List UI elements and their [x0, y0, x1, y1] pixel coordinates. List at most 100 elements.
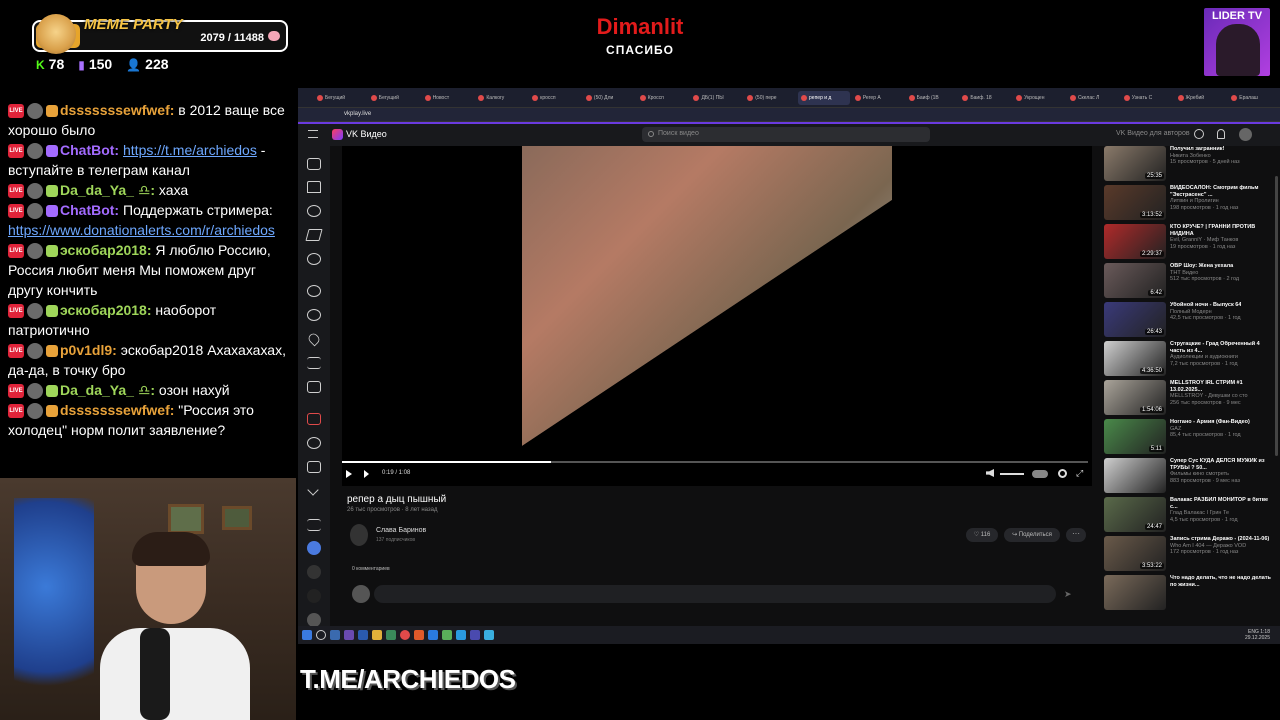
windows-start-icon[interactable]	[302, 630, 312, 640]
related-video-item[interactable]: 6:42 ОВР Шоу: Жена уехала ТНТ Видео 512 тыс…	[1104, 263, 1272, 302]
app-icon[interactable]	[344, 630, 354, 640]
browser-tab[interactable]: кроссп	[529, 91, 581, 105]
app-icon[interactable]	[358, 630, 368, 640]
autoplay-toggle[interactable]	[1032, 470, 1048, 478]
video-thumbnail[interactable]: 3:13:52	[1104, 185, 1166, 220]
upload-icon[interactable]	[1194, 129, 1204, 139]
browser-tab[interactable]: Бегущий	[368, 91, 420, 105]
browser-tab[interactable]: Жребий	[1175, 91, 1227, 105]
comment-input[interactable]	[374, 585, 1056, 603]
video-thumbnail[interactable]: 26:43	[1104, 302, 1166, 337]
related-video-item[interactable]: 1:54:06 MELLSTROY IRL СТРИМ #1 13.02.2025…	[1104, 380, 1272, 419]
related-video-title[interactable]: Стругацкие - Град Обреченный 4 часть из …	[1170, 341, 1272, 354]
chat-username[interactable]: Da_da_Ya_ ♎:	[60, 382, 155, 398]
gear-icon[interactable]	[1058, 469, 1067, 478]
channel-name[interactable]: Слава Баринов	[376, 527, 426, 534]
related-video-title[interactable]: Валакас РАЗБИЛ МОНИТОР в битве с...	[1170, 497, 1272, 510]
site-title[interactable]: VK Видео	[346, 129, 387, 139]
kids-icon[interactable]	[307, 253, 321, 265]
history-icon[interactable]	[307, 285, 321, 297]
browser-tab[interactable]: (50) пере	[744, 91, 796, 105]
browser-tab[interactable]: репер и д	[798, 90, 850, 105]
chat-username[interactable]: ChatBot:	[60, 142, 119, 158]
app-icon[interactable]	[386, 630, 396, 640]
related-video-item[interactable]: 3:53:22 Запись стрима Деражо - (2024-11-0…	[1104, 536, 1272, 575]
scrollbar[interactable]	[1274, 146, 1279, 626]
browser-tab[interactable]: Укрощен	[1013, 91, 1065, 105]
browser-tab[interactable]: Скелас Л	[1067, 91, 1119, 105]
related-video-item[interactable]: 26:43 Убойной ночи - Выпуск 64 Полный Моде…	[1104, 302, 1272, 341]
related-video-item[interactable]: Супер Сус КУДА ДЕЛСЯ МУЖИК из ТРУБЫ ? 50…	[1104, 458, 1272, 497]
vk-video-logo-icon[interactable]	[332, 129, 343, 140]
related-video-title[interactable]: Запись стрима Деражо - (2024-11-06)	[1170, 536, 1269, 543]
related-video-title[interactable]: Ноггано - Армия (Фан-Видео)	[1170, 419, 1250, 426]
search-icon[interactable]	[316, 630, 326, 640]
video-thumbnail[interactable]	[1104, 575, 1166, 610]
related-video-item[interactable]: 4:36:50 Стругацкие - Град Обреченный 4 ча…	[1104, 341, 1272, 380]
next-icon[interactable]	[364, 470, 369, 478]
related-video-title[interactable]: Что надо делать, что не надо делать по ж…	[1170, 575, 1272, 588]
home-icon[interactable]	[307, 181, 321, 193]
video-thumbnail[interactable]: 5:11	[1104, 419, 1166, 454]
app-icon[interactable]	[414, 630, 424, 640]
app-icon[interactable]	[470, 630, 480, 640]
browser-tab[interactable]: Баиф (1В	[906, 91, 958, 105]
account-avatar[interactable]	[307, 541, 321, 555]
related-video-title[interactable]: Супер Сус КУДА ДЕЛСЯ МУЖИК из ТРУБЫ ? 50…	[1170, 458, 1272, 471]
chat-username[interactable]: ChatBot:	[60, 202, 119, 218]
browser-tab[interactable]: (50) Дли	[583, 91, 635, 105]
account-avatar[interactable]	[307, 613, 321, 627]
chat-username[interactable]: Da_da_Ya_ ♎:	[60, 182, 155, 198]
browser-tab[interactable]: Регер А	[852, 91, 904, 105]
app-icon[interactable]	[456, 630, 466, 640]
app-icon[interactable]	[442, 630, 452, 640]
related-video-title[interactable]: КТО КРУЧЕ? | ГРАННИ ПРОТИВ НИДИНА	[1170, 224, 1272, 237]
browser-tab[interactable]: Калкогу	[475, 91, 527, 105]
related-video-title[interactable]: ОВР Шоу: Жена уехала	[1170, 263, 1239, 270]
app-icon[interactable]	[484, 630, 494, 640]
address-bar[interactable]: vkplay.live	[298, 108, 1280, 122]
related-video-item[interactable]: 2:29:37 КТО КРУЧЕ? | ГРАННИ ПРОТИВ НИДИНА…	[1104, 224, 1272, 263]
browser-icon[interactable]	[400, 630, 410, 640]
browser-tab[interactable]: Кроссп	[637, 91, 689, 105]
volume-slider[interactable]	[1000, 473, 1024, 475]
account-avatar[interactable]	[307, 565, 321, 579]
related-video-title[interactable]: MELLSTROY IRL СТРИМ #1 13.02.2025...	[1170, 380, 1272, 393]
related-video-title[interactable]: Убойной ночи - Выпуск 64	[1170, 302, 1241, 309]
profile-avatar[interactable]	[1239, 128, 1252, 141]
browser-tab[interactable]: ДБ(1) ПЫ	[690, 91, 742, 105]
list-icon[interactable]	[307, 519, 321, 531]
search-input[interactable]: Поиск видео	[642, 127, 930, 142]
watch-later-icon[interactable]	[307, 309, 321, 321]
progress-bar[interactable]	[342, 461, 1088, 463]
subscriptions-icon[interactable]	[307, 381, 321, 393]
chat-username[interactable]: dsssssssewfwef:	[60, 102, 174, 118]
related-video-item[interactable]: 5:11 Ноггано - Армия (Фан-Видео) GAZ 85,4 т…	[1104, 419, 1272, 458]
chat-link[interactable]: https://www.donationalerts.com/r/archied…	[8, 222, 275, 238]
bell-icon[interactable]	[1217, 129, 1225, 139]
url-text[interactable]: vkplay.live	[344, 111, 371, 117]
video-thumbnail[interactable]: 4:36:50	[1104, 341, 1166, 376]
discover-icon[interactable]	[307, 205, 321, 217]
send-icon[interactable]: ➤	[1064, 589, 1074, 599]
live-icon[interactable]	[307, 158, 321, 170]
like-button[interactable]: ♡ 116	[966, 528, 998, 542]
video-thumbnail[interactable]	[1104, 458, 1166, 493]
fullscreen-icon[interactable]: ⤢	[1076, 469, 1085, 478]
chat-username[interactable]: p0v1dl9:	[60, 342, 117, 358]
browser-tab[interactable]: Узнать С	[1121, 91, 1173, 105]
video-thumbnail[interactable]: 1:54:06	[1104, 380, 1166, 415]
app-icon[interactable]	[330, 630, 340, 640]
folder-icon[interactable]	[372, 630, 382, 640]
browser-tab[interactable]: Ералаш	[1228, 91, 1280, 105]
video-thumbnail[interactable]: 25:35	[1104, 146, 1166, 181]
video-thumbnail[interactable]: 6:42	[1104, 263, 1166, 298]
channel-avatar[interactable]	[350, 524, 368, 546]
video-thumbnail[interactable]: 24:47	[1104, 497, 1166, 532]
browser-tab[interactable]: Баиф. 18	[959, 91, 1011, 105]
play-icon[interactable]	[346, 470, 352, 478]
chat-username[interactable]: эскобар2018:	[60, 302, 152, 318]
related-video-item[interactable]: Что надо делать, что не надо делать по ж…	[1104, 575, 1272, 614]
volume-icon[interactable]	[986, 469, 994, 477]
tv-icon[interactable]	[307, 461, 321, 473]
